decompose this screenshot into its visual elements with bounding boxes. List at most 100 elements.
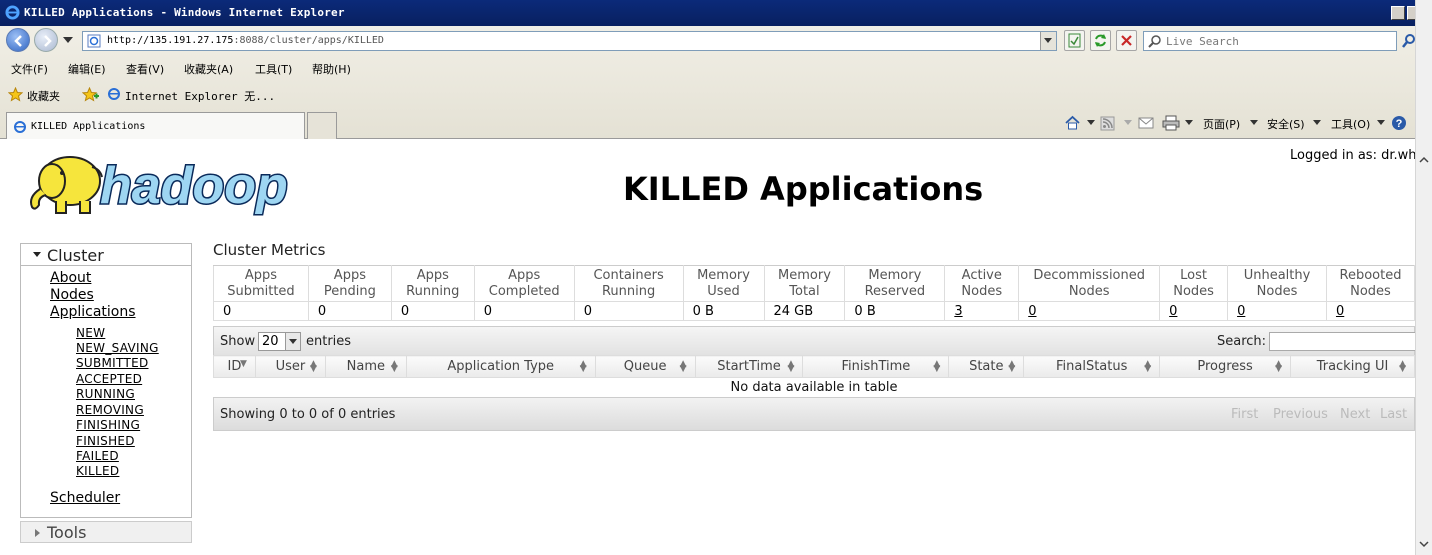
safety-menu[interactable]: 安全(S) (1267, 116, 1305, 132)
address-url[interactable]: http://135.191.27.175:8088/cluster/apps/… (107, 35, 384, 46)
menu-edit[interactable]: 编辑(E) (68, 61, 106, 77)
print-dropdown-icon[interactable] (1185, 120, 1193, 125)
forward-button[interactable] (34, 28, 58, 52)
expanded-triangle-icon (33, 252, 41, 257)
stop-button[interactable] (1116, 30, 1137, 51)
sort-icon: ▲ ▼ (933, 359, 941, 374)
sidebar-link-scheduler[interactable]: Scheduler (50, 490, 120, 506)
menu-tools[interactable]: 工具(T) (255, 61, 292, 77)
sidebar-link-nodes[interactable]: Nodes (50, 287, 94, 303)
live-search-input[interactable]: Live Search (1143, 31, 1397, 51)
metric-containers-running: 0 (573, 301, 684, 321)
compatibility-view-button[interactable] (1064, 30, 1085, 51)
feeds-dropdown-icon[interactable] (1124, 120, 1132, 125)
menu-favorites[interactable]: 收藏夹(A) (184, 61, 233, 77)
metric-unhealthy-nodes: 0 (1227, 301, 1327, 321)
sort-icon: ▲ ▼ (679, 359, 687, 374)
table-search-input[interactable] (1269, 332, 1415, 351)
sidebar-state-failed[interactable]: FAILED (76, 449, 119, 463)
cluster-metrics-title: Cluster Metrics (213, 241, 326, 259)
page-size-value: 20 (262, 334, 279, 349)
close-icon (1121, 35, 1132, 46)
sort-icon: ▲ ▼ (390, 359, 398, 374)
table-info: Showing 0 to 0 of 0 entries (220, 407, 396, 422)
column-header-finishtime[interactable]: FinishTime ▲ ▼ (802, 355, 950, 378)
metric-apps-pending: 0 (307, 301, 392, 321)
metric-header: Containers Running (573, 265, 684, 302)
internet-explorer-icon (5, 5, 20, 20)
refresh-button[interactable] (1090, 30, 1111, 51)
sidebar-link-about[interactable]: About (50, 270, 91, 286)
scroll-up-icon[interactable] (1419, 155, 1429, 165)
column-header-application-type[interactable]: Application Type ▲ ▼ (405, 355, 596, 378)
column-header-id[interactable]: ID ▼ (213, 355, 256, 378)
sort-icon: ▲ ▼ (1144, 359, 1152, 374)
column-header-user[interactable]: User ▲ ▼ (254, 355, 326, 378)
metric-header: Memory Reserved (844, 265, 946, 302)
sidebar-state-submitted[interactable]: SUBMITTED (76, 356, 149, 370)
metric-active-nodes: 3 (944, 301, 1020, 321)
feeds-icon[interactable] (1100, 116, 1115, 131)
menu-help[interactable]: 帮助(H) (312, 61, 351, 77)
tab-killed-applications[interactable]: KILLED Applications (6, 112, 305, 139)
sidebar-tools-section[interactable]: Tools (20, 521, 192, 543)
sidebar-state-new[interactable]: NEW (76, 326, 105, 340)
sort-icon: ▲ ▼ (309, 359, 317, 374)
sidebar-state-killed[interactable]: KILLED (76, 464, 119, 478)
show-label: Show (220, 334, 256, 349)
lost-nodes-link[interactable]: 0 (1169, 304, 1177, 319)
new-tab-button[interactable] (307, 112, 337, 139)
add-favorite-icon[interactable] (82, 87, 99, 102)
unhealthy-nodes-link[interactable]: 0 (1237, 304, 1245, 319)
window-titlebar: KILLED Applications - Windows Internet E… (0, 0, 1432, 26)
address-dropdown-button[interactable] (1040, 32, 1056, 50)
sidebar-link-applications[interactable]: Applications (50, 304, 136, 320)
cluster-header[interactable]: Cluster (21, 244, 191, 266)
home-icon[interactable] (1064, 115, 1081, 131)
home-dropdown-icon[interactable] (1087, 120, 1095, 125)
tools-menu[interactable]: 工具(O) (1331, 116, 1370, 132)
page-content: Logged in as: dr.wh hadoop KILLED Applic… (5, 139, 1415, 555)
sidebar-state-removing[interactable]: REMOVING (76, 403, 144, 417)
column-header-tracking-ui[interactable]: Tracking UI ▲ ▼ (1290, 355, 1415, 378)
vertical-scrollbar[interactable] (1415, 0, 1432, 555)
pager-last-button[interactable]: Last (1380, 407, 1407, 422)
active-nodes-link[interactable]: 3 (954, 304, 962, 319)
menu-file[interactable]: 文件(F) (11, 61, 48, 77)
mail-icon[interactable] (1138, 117, 1154, 129)
column-header-starttime[interactable]: StartTime ▲ ▼ (694, 355, 804, 378)
print-icon[interactable] (1162, 115, 1180, 131)
column-header-state[interactable]: State ▲ ▼ (948, 355, 1025, 378)
sidebar-state-finishing[interactable]: FINISHING (76, 418, 140, 432)
search-go-icon[interactable] (1402, 33, 1415, 49)
sidebar-state-new-saving[interactable]: NEW_SAVING (76, 341, 159, 355)
help-icon[interactable]: ? (1391, 115, 1407, 131)
decommissioned-nodes-link[interactable]: 0 (1028, 304, 1036, 319)
applications-table: ID ▼ User ▲ ▼ Name ▲ ▼ Application Type ▲ ▼ Que… (213, 355, 1415, 397)
favorites-button[interactable]: 收藏夹 (27, 88, 60, 104)
search-icon (1148, 35, 1161, 48)
sidebar-state-running[interactable]: RUNNING (76, 387, 135, 401)
page-size-select[interactable]: 20 (258, 332, 301, 351)
pager-next-button[interactable]: Next (1340, 407, 1370, 422)
sidebar-state-accepted[interactable]: ACCEPTED (76, 372, 142, 386)
column-header-finalstatus[interactable]: FinalStatus ▲ ▼ (1023, 355, 1161, 378)
page-menu[interactable]: 页面(P) (1203, 116, 1240, 132)
pager-first-button[interactable]: First (1231, 407, 1258, 422)
column-header-name[interactable]: Name ▲ ▼ (324, 355, 407, 378)
scroll-down-icon[interactable] (1419, 539, 1429, 549)
tab-label: KILLED Applications (31, 121, 146, 132)
compatibility-icon (1068, 33, 1081, 48)
rebooted-nodes-link[interactable]: 0 (1336, 304, 1344, 319)
minimize-button[interactable] (1391, 6, 1405, 20)
pager-previous-button[interactable]: Previous (1273, 407, 1328, 422)
column-header-queue[interactable]: Queue ▲ ▼ (594, 355, 696, 378)
address-bar[interactable]: http://135.191.27.175:8088/cluster/apps/… (82, 31, 1057, 51)
column-header-progress[interactable]: Progress ▲ ▼ (1159, 355, 1291, 378)
favorites-item[interactable]: Internet Explorer 无... (125, 88, 275, 104)
sidebar-state-finished[interactable]: FINISHED (76, 434, 135, 448)
menu-view[interactable]: 查看(V) (126, 61, 164, 77)
back-button[interactable] (6, 28, 30, 52)
history-dropdown-icon[interactable] (63, 37, 73, 43)
apps-table-footer: Showing 0 to 0 of 0 entries First Previo… (213, 397, 1415, 431)
